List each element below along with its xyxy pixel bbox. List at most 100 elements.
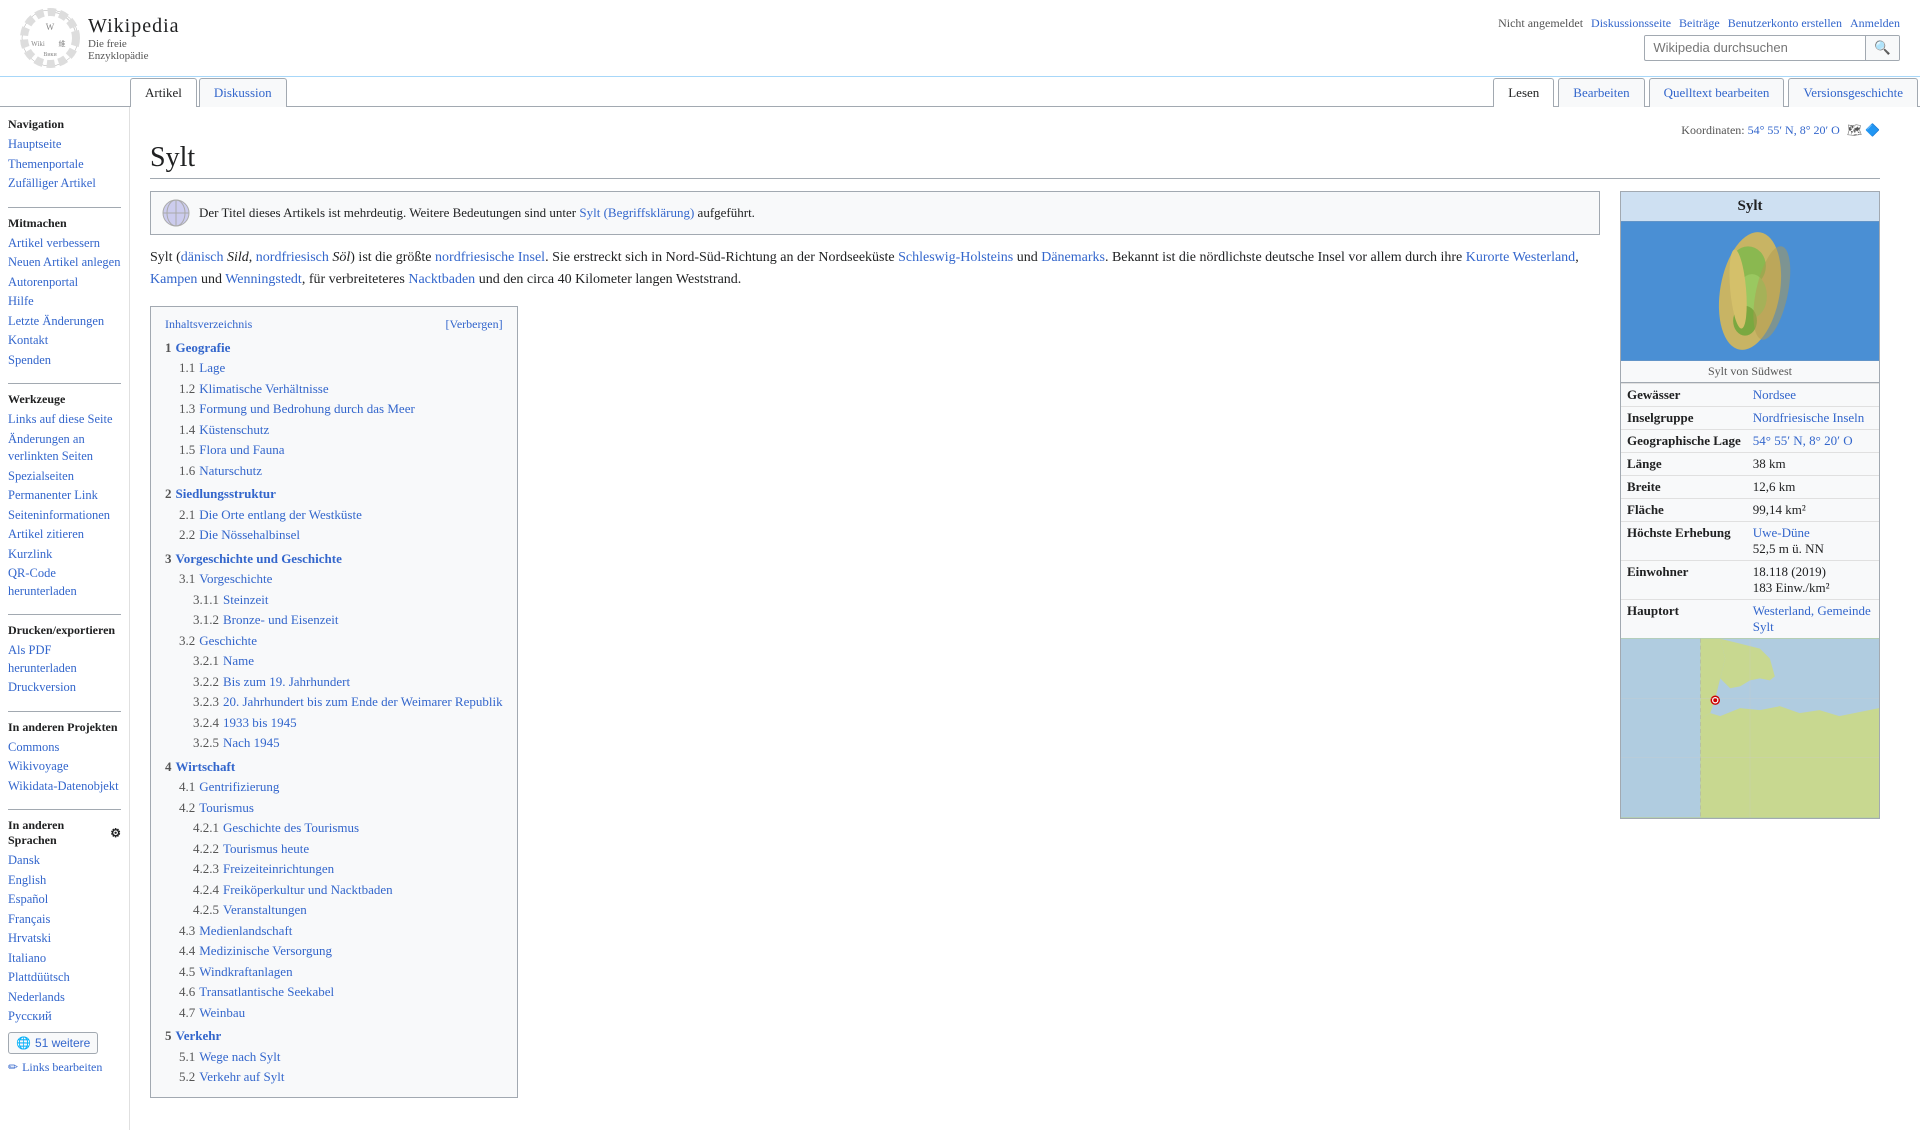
tab-edit[interactable]: Bearbeiten	[1558, 78, 1644, 107]
tab-read[interactable]: Lesen	[1493, 78, 1554, 107]
toc-link[interactable]: 4.2.1Geschichte des Tourismus	[193, 820, 359, 835]
create-account-link[interactable]: Benutzerkonto erstellen	[1728, 16, 1842, 31]
toc-link[interactable]: 4.2.3Freizeiteinrichtungen	[193, 861, 334, 876]
infobox-value[interactable]: Nordsee	[1747, 384, 1879, 407]
wikipedia-logo[interactable]: W 維 Wiki Вики	[20, 8, 80, 68]
sidebar-item-page-info[interactable]: Seiteninformationen	[8, 507, 121, 525]
infobox-value[interactable]: Nordfriesische Inseln	[1747, 407, 1879, 430]
sidebar-lang-dansk[interactable]: Dansk	[8, 852, 121, 870]
toc-link[interactable]: 4.2.5Veranstaltungen	[193, 902, 307, 917]
toc-link[interactable]: 1.2Klimatische Verhältnisse	[179, 381, 329, 396]
toc-link[interactable]: 3.1.2Bronze- und Eisenzeit	[193, 612, 339, 627]
sidebar-item-qr[interactable]: QR-Code herunterladen	[8, 565, 121, 600]
more-languages-button[interactable]: 🌐 51 weitere	[8, 1032, 98, 1054]
toc-item: 4.2.4Freiköperkultur und Nacktbaden	[193, 880, 503, 900]
sidebar-lang-hrvatski[interactable]: Hrvatski	[8, 930, 121, 948]
sidebar-item-new-article[interactable]: Neuen Artikel anlegen	[8, 254, 121, 272]
sidebar-item-improve[interactable]: Artikel verbessern	[8, 235, 121, 253]
toc-link[interactable]: 4.7Weinbau	[179, 1005, 245, 1020]
toc-link[interactable]: 2.2Die Nössehalbinsel	[179, 527, 300, 542]
sidebar-item-permanent-link[interactable]: Permanenter Link	[8, 487, 121, 505]
sidebar-lang-russian[interactable]: Русский	[8, 1008, 121, 1026]
sidebar-item-contact[interactable]: Kontakt	[8, 332, 121, 350]
sidebar-item-random[interactable]: Zufälliger Artikel	[8, 175, 121, 193]
sidebar-item-author-portal[interactable]: Autorenportal	[8, 274, 121, 292]
logo-text: Wikipedia Die freie Enzyklopädie	[88, 15, 180, 62]
toc-link[interactable]: 4.2.4Freiköperkultur und Nacktbaden	[193, 882, 393, 897]
sidebar-item-donate[interactable]: Spenden	[8, 352, 121, 370]
tab-history[interactable]: Versionsgeschichte	[1788, 78, 1918, 107]
toc-link[interactable]: 3.2.41933 bis 1945	[193, 715, 297, 730]
infobox-value[interactable]: Uwe-Düne52,5 m ü. NN	[1747, 522, 1879, 561]
toc-link[interactable]: 3.2.320. Jahrhundert bis zum Ende der We…	[193, 694, 503, 709]
toc-link[interactable]: 3.2.1Name	[193, 653, 254, 668]
toc-link[interactable]: 5Verkehr	[165, 1028, 221, 1043]
toc-link[interactable]: 5.2Verkehr auf Sylt	[179, 1069, 284, 1084]
tab-article[interactable]: Artikel	[130, 78, 197, 107]
toc-link[interactable]: 4.1Gentrifizierung	[179, 779, 279, 794]
gear-icon[interactable]: ⚙	[110, 826, 121, 841]
toc-link[interactable]: 1.1Lage	[179, 360, 225, 375]
toc-link[interactable]: 1.5Flora und Fauna	[179, 442, 284, 457]
toc-link[interactable]: 4.2.2Tourismus heute	[193, 841, 309, 856]
tab-edit-source[interactable]: Quelltext bearbeiten	[1649, 78, 1785, 107]
sidebar-item-wikivoyage[interactable]: Wikivoyage	[8, 758, 121, 776]
sidebar-item-print[interactable]: Druckversion	[8, 679, 121, 697]
login-link[interactable]: Anmelden	[1850, 16, 1900, 31]
sidebar-item-thematic-portal[interactable]: Themenportale	[8, 156, 121, 174]
sidebar-lang-nederlands[interactable]: Nederlands	[8, 989, 121, 1007]
toc-link[interactable]: 3.2.2Bis zum 19. Jahrhundert	[193, 674, 350, 689]
toc-item: 4Wirtschaft	[165, 757, 503, 777]
sidebar-item-links-here[interactable]: Links auf diese Seite	[8, 411, 121, 429]
sidebar-item-related-changes[interactable]: Änderungen an verlinkten Seiten	[8, 431, 121, 466]
toc-link[interactable]: 4Wirtschaft	[165, 759, 235, 774]
sidebar-lang-italiano[interactable]: Italiano	[8, 950, 121, 968]
sidebar-lang-plattdeutsch[interactable]: Plattdüütsch	[8, 969, 121, 987]
sidebar-lang-espanol[interactable]: Español	[8, 891, 121, 909]
sidebar-item-pdf[interactable]: Als PDF herunterladen	[8, 642, 121, 677]
toc-link[interactable]: 4.3Medienlandschaft	[179, 923, 292, 938]
search-button[interactable]: 🔍	[1865, 36, 1899, 60]
toc-link[interactable]: 1.6Naturschutz	[179, 463, 262, 478]
edit-links-link[interactable]: Links bearbeiten	[22, 1060, 102, 1075]
toc-item: 4.1Gentrifizierung	[179, 777, 503, 797]
toc-link[interactable]: 1.4Küstenschutz	[179, 422, 269, 437]
toc-link[interactable]: 2Siedlungsstruktur	[165, 486, 276, 501]
coords-icon-map[interactable]: 🗺	[1847, 123, 1862, 137]
sidebar-item-commons[interactable]: Commons	[8, 739, 121, 757]
sidebar-item-cite[interactable]: Artikel zitieren	[8, 526, 121, 544]
infobox-value[interactable]: 54° 55′ N, 8° 20′ O	[1747, 430, 1879, 453]
disambig-link[interactable]: Sylt (Begriffsklärung)	[579, 205, 694, 220]
infobox-value[interactable]: Westerland, Gemeinde Sylt	[1747, 600, 1879, 639]
toc-link[interactable]: 3.2.5Nach 1945	[193, 735, 280, 750]
toc-link[interactable]: 2.1Die Orte entlang der Westküste	[179, 507, 362, 522]
toc-link[interactable]: 3.1Vorgeschichte	[179, 571, 272, 586]
sidebar-lang-francais[interactable]: Français	[8, 911, 121, 929]
toc-toggle[interactable]: [Verbergen]	[446, 317, 503, 332]
toc-link[interactable]: 3.2Geschichte	[179, 633, 257, 648]
toc-link[interactable]: 5.1Wege nach Sylt	[179, 1049, 281, 1064]
toc-link[interactable]: 4.2Tourismus	[179, 800, 254, 815]
sidebar-item-shortlink[interactable]: Kurzlink	[8, 546, 121, 564]
toc-link[interactable]: 3.1.1Steinzeit	[193, 592, 269, 607]
coords-link[interactable]: 54° 55′ N, 8° 20′ O	[1748, 123, 1840, 137]
sidebar-item-help[interactable]: Hilfe	[8, 293, 121, 311]
sidebar-item-special-pages[interactable]: Spezialseiten	[8, 468, 121, 486]
search-input[interactable]	[1645, 36, 1865, 59]
tab-discussion[interactable]: Diskussion	[199, 78, 287, 107]
contributions-link[interactable]: Beiträge	[1679, 16, 1720, 31]
coords-icon-osm[interactable]: 🔷	[1865, 123, 1880, 137]
toc-link[interactable]: 3Vorgeschichte und Geschichte	[165, 551, 342, 566]
sidebar-item-main-page[interactable]: Hauptseite	[8, 136, 121, 154]
toc-link[interactable]: 4.6Transatlantische Seekabel	[179, 984, 334, 999]
sidebar-item-last-changes[interactable]: Letzte Änderungen	[8, 313, 121, 331]
toc-link[interactable]: 4.4Medizinische Versorgung	[179, 943, 332, 958]
toc-link[interactable]: 4.5Windkraftanlagen	[179, 964, 293, 979]
infobox-row: Höchste ErhebungUwe-Düne52,5 m ü. NN	[1621, 522, 1879, 561]
toc-link[interactable]: 1Geografie	[165, 340, 230, 355]
sidebar-lang-english[interactable]: English	[8, 872, 121, 890]
infobox-label: Länge	[1621, 453, 1747, 476]
discussion-link[interactable]: Diskussionsseite	[1591, 16, 1671, 31]
toc-link[interactable]: 1.3Formung und Bedrohung durch das Meer	[179, 401, 415, 416]
sidebar-item-wikidata[interactable]: Wikidata-Datenobjekt	[8, 778, 121, 796]
